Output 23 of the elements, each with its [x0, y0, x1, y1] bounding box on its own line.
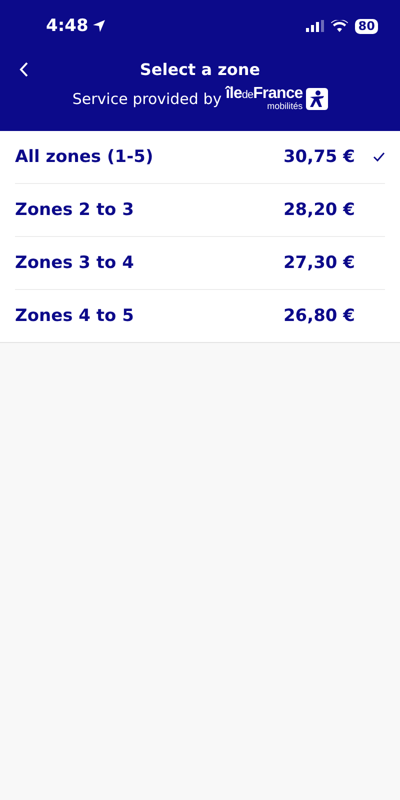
wifi-icon	[331, 20, 348, 32]
zone-name: Zones 2 to 3	[15, 200, 135, 220]
zone-price: 30,75 €	[283, 147, 355, 167]
status-time: 4:48	[46, 16, 88, 36]
zone-name: Zones 4 to 5	[15, 306, 135, 326]
page-title: Select a zone	[140, 60, 260, 78]
zone-name: All zones (1-5)	[15, 147, 154, 167]
zone-name: Zones 3 to 4	[15, 253, 135, 273]
zone-price: 27,30 €	[283, 253, 355, 273]
battery-icon: 80	[355, 18, 378, 34]
signal-icon	[306, 20, 324, 32]
zone-option[interactable]: Zones 3 to 4 27,30 €	[15, 237, 385, 290]
zone-option[interactable]: Zones 2 to 3 28,20 €	[15, 184, 385, 237]
service-provider-text: Service provided by	[72, 90, 222, 108]
back-chevron-icon	[18, 62, 28, 76]
zone-option[interactable]: All zones (1-5) 30,75 €	[15, 131, 385, 184]
running-figure-icon	[306, 88, 328, 110]
zone-option[interactable]: Zones 4 to 5 26,80 €	[15, 290, 385, 342]
zone-price: 28,20 €	[283, 200, 355, 220]
location-arrow-icon	[92, 19, 106, 33]
logo-wordmark: îledeFrance	[226, 86, 303, 102]
logo-subtitle: mobilités	[267, 102, 303, 111]
zone-price: 26,80 €	[283, 306, 355, 326]
